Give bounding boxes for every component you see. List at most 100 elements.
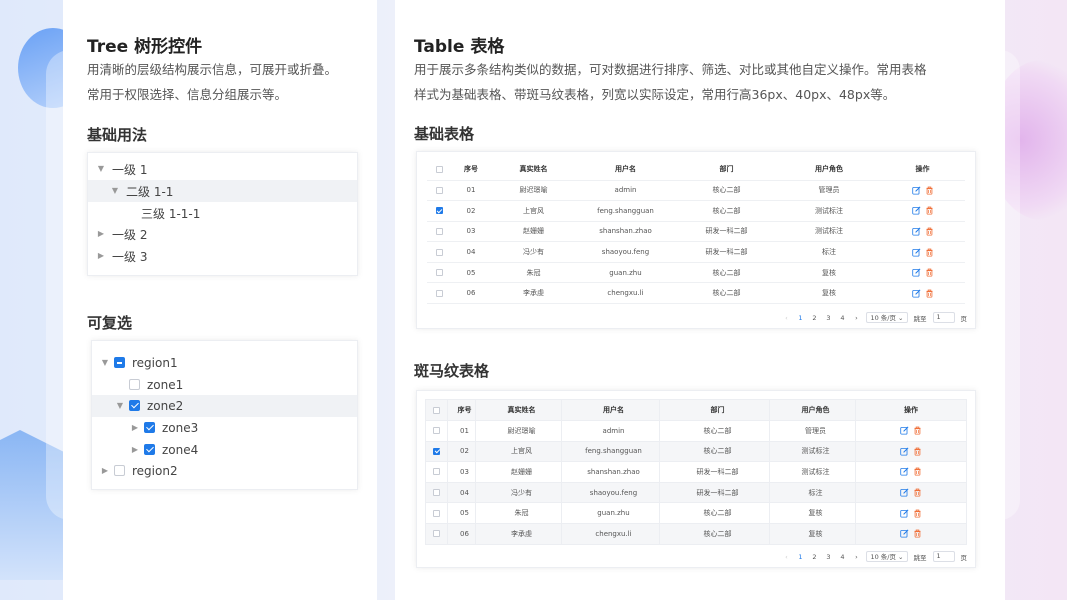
checkbox-icon[interactable]: [435, 227, 443, 235]
page-3[interactable]: 3: [824, 553, 832, 561]
page-4[interactable]: 4: [838, 314, 846, 322]
caret-down-icon[interactable]: ▼: [115, 401, 125, 411]
col-header-name[interactable]: 真实姓名: [475, 399, 562, 421]
checkbox-checked-icon[interactable]: [433, 447, 440, 455]
edit-icon[interactable]: [900, 467, 909, 476]
row-select-cell[interactable]: [427, 180, 451, 201]
delete-icon[interactable]: [925, 248, 934, 257]
edit-icon[interactable]: [911, 206, 921, 215]
jump-input[interactable]: 1: [932, 312, 955, 323]
table-row[interactable]: 03 赵姗姗 shanshan.zhao 研发一科二部 测试标注: [425, 461, 967, 483]
delete-icon[interactable]: [925, 186, 934, 195]
page-1[interactable]: 1: [796, 553, 804, 561]
edit-icon[interactable]: [911, 227, 921, 236]
col-header-role[interactable]: 用户角色: [769, 399, 856, 421]
checkbox-icon[interactable]: [433, 489, 440, 497]
jump-input[interactable]: 1: [932, 551, 955, 562]
delete-icon[interactable]: [913, 488, 922, 497]
checkbox-icon[interactable]: [433, 468, 440, 476]
select-all-cell[interactable]: [427, 159, 451, 180]
row-select-cell[interactable]: [425, 522, 448, 545]
tree-node-region1[interactable]: ▼ region1: [92, 352, 357, 374]
delete-icon[interactable]: [913, 447, 922, 456]
page-size-select[interactable]: 10 条/页 ⌄: [866, 312, 908, 323]
caret-right-icon[interactable]: ▶: [100, 466, 110, 476]
delete-icon[interactable]: [925, 268, 934, 277]
table-row[interactable]: 03 赵姗姗 shanshan.zhao 研发一科二部 测试标注: [427, 221, 965, 242]
checkbox-indeterminate-icon[interactable]: [114, 357, 125, 368]
page-1[interactable]: 1: [796, 314, 804, 322]
delete-icon[interactable]: [913, 509, 922, 518]
edit-icon[interactable]: [900, 529, 909, 538]
tree-node-level1[interactable]: ▶ 一级 3: [88, 245, 357, 267]
edit-icon[interactable]: [911, 289, 921, 298]
checkbox-icon[interactable]: [435, 289, 443, 297]
edit-icon[interactable]: [911, 186, 921, 195]
checkbox-icon[interactable]: [129, 379, 140, 390]
col-header-no[interactable]: 序号: [447, 399, 476, 421]
row-select-cell[interactable]: [425, 481, 448, 504]
page-4[interactable]: 4: [838, 553, 846, 561]
page-size-select[interactable]: 10 条/页 ⌄: [866, 551, 908, 562]
page-2[interactable]: 2: [810, 553, 818, 561]
caret-down-icon[interactable]: ▼: [110, 186, 120, 196]
checkbox-icon[interactable]: [114, 465, 125, 476]
table-row[interactable]: 05 朱冠 guan.zhu 核心二部 复核: [427, 262, 965, 283]
next-page-icon[interactable]: ›: [852, 314, 860, 322]
caret-down-icon[interactable]: ▼: [96, 164, 106, 174]
edit-icon[interactable]: [911, 248, 921, 257]
prev-page-icon[interactable]: ‹: [782, 553, 790, 561]
delete-icon[interactable]: [913, 467, 922, 476]
select-all-cell[interactable]: [425, 399, 448, 421]
delete-icon[interactable]: [925, 289, 934, 298]
col-header-user[interactable]: 用户名: [561, 399, 660, 421]
col-header-user[interactable]: 用户名: [576, 159, 675, 180]
checkbox-icon[interactable]: [435, 165, 443, 173]
delete-icon[interactable]: [913, 529, 922, 538]
table-row[interactable]: 06 李承虔 chengxu.li 核心二部 复核: [425, 522, 967, 545]
checkbox-icon[interactable]: [433, 509, 440, 517]
tree-node-level2[interactable]: ▼ 二级 1-1: [88, 180, 357, 202]
table-row[interactable]: 04 冯少有 shaoyou.feng 研发一科二部 标注: [427, 242, 965, 263]
row-select-cell[interactable]: [427, 242, 451, 263]
table-row[interactable]: 06 李承虔 chengxu.li 核心二部 复核: [427, 283, 965, 304]
edit-icon[interactable]: [900, 488, 909, 497]
delete-icon[interactable]: [913, 426, 922, 435]
tree-node-level1[interactable]: ▶ 一级 2: [88, 223, 357, 245]
caret-right-icon[interactable]: ▶: [130, 423, 140, 433]
tree-node-zone4[interactable]: ▶ zone4: [92, 439, 357, 461]
checkbox-checked-icon[interactable]: [144, 422, 155, 433]
row-select-cell[interactable]: [425, 502, 448, 524]
checkbox-icon[interactable]: [433, 427, 440, 435]
tree-node-level3[interactable]: 三级 1-1-1: [88, 202, 357, 224]
table-row[interactable]: 04 冯少有 shaoyou.feng 研发一科二部 标注: [425, 481, 967, 504]
row-select-cell[interactable]: [427, 262, 451, 283]
col-header-dept[interactable]: 部门: [659, 399, 770, 421]
delete-icon[interactable]: [925, 227, 934, 236]
row-select-cell[interactable]: [425, 461, 448, 483]
table-row[interactable]: 05 朱冠 guan.zhu 核心二部 复核: [425, 502, 967, 524]
checkbox-checked-icon[interactable]: [129, 400, 140, 411]
edit-icon[interactable]: [911, 268, 921, 277]
caret-right-icon[interactable]: ▶: [96, 251, 106, 261]
checkbox-icon[interactable]: [435, 269, 443, 277]
table-row[interactable]: 02 上官风 feng.shangguan 核心二部 测试标注: [425, 440, 967, 463]
tree-node-zone1[interactable]: zone1: [92, 374, 357, 396]
row-select-cell[interactable]: [425, 440, 448, 463]
tree-node-region2[interactable]: ▶ region2: [92, 460, 357, 482]
row-select-cell[interactable]: [427, 201, 451, 222]
checkbox-checked-icon[interactable]: [144, 444, 155, 455]
page-2[interactable]: 2: [810, 314, 818, 322]
edit-icon[interactable]: [900, 509, 909, 518]
checkbox-icon[interactable]: [435, 186, 443, 194]
caret-right-icon[interactable]: ▶: [130, 445, 140, 455]
next-page-icon[interactable]: ›: [852, 553, 860, 561]
prev-page-icon[interactable]: ‹: [782, 314, 790, 322]
col-header-name[interactable]: 真实姓名: [491, 159, 576, 180]
table-row[interactable]: 01 尉迟璟喻 admin 核心二部 管理员: [427, 180, 965, 201]
caret-down-icon[interactable]: ▼: [100, 358, 110, 368]
table-row[interactable]: 02 上官风 feng.shangguan 核心二部 测试标注: [427, 201, 965, 222]
table-row[interactable]: 01 尉迟璟喻 admin 核心二部 管理员: [425, 420, 967, 442]
page-3[interactable]: 3: [824, 314, 832, 322]
checkbox-checked-icon[interactable]: [435, 207, 443, 215]
